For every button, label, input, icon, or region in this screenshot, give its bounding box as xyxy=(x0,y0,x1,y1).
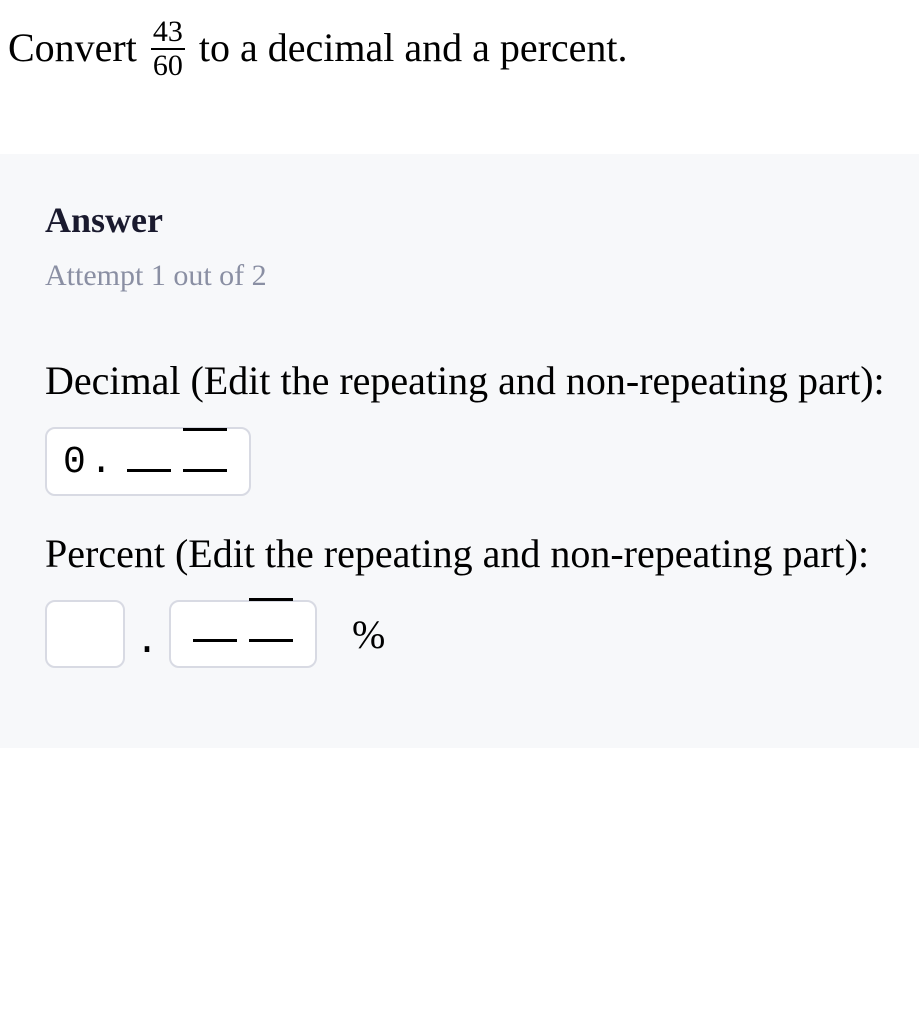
percent-fraction-input[interactable] xyxy=(169,600,317,668)
percent-sign: % xyxy=(352,611,385,658)
question-suffix: to a decimal and a percent. xyxy=(199,25,628,70)
decimal-nonrepeating-slot[interactable] xyxy=(127,444,171,472)
decimal-label: Decimal (Edit the repeating and non-repe… xyxy=(45,353,919,409)
fraction-numerator: 43 xyxy=(151,17,185,50)
fraction-denominator: 60 xyxy=(151,50,185,81)
answer-heading: Answer xyxy=(45,199,919,241)
answer-panel: Answer Attempt 1 out of 2 Decimal (Edit … xyxy=(0,154,919,748)
attempt-counter: Attempt 1 out of 2 xyxy=(45,259,919,293)
decimal-repeating-slot[interactable] xyxy=(183,444,227,472)
percent-nonrepeating-slot[interactable] xyxy=(193,614,237,642)
question-prefix: Convert xyxy=(8,25,137,70)
percent-repeating-slot[interactable] xyxy=(249,614,293,642)
decimal-prefill: 0. xyxy=(63,441,117,484)
percent-whole-input[interactable] xyxy=(45,600,125,668)
question-prompt: Convert 43 60 to a decimal and a percent… xyxy=(0,0,919,124)
percent-decimal-point: . xyxy=(135,620,159,665)
decimal-input-group: 0. xyxy=(45,427,919,496)
percent-label: Percent (Edit the repeating and non-repe… xyxy=(45,526,919,582)
decimal-input[interactable]: 0. xyxy=(45,427,251,496)
question-fraction: 43 60 xyxy=(151,17,185,81)
percent-input-group: . % xyxy=(45,600,919,668)
